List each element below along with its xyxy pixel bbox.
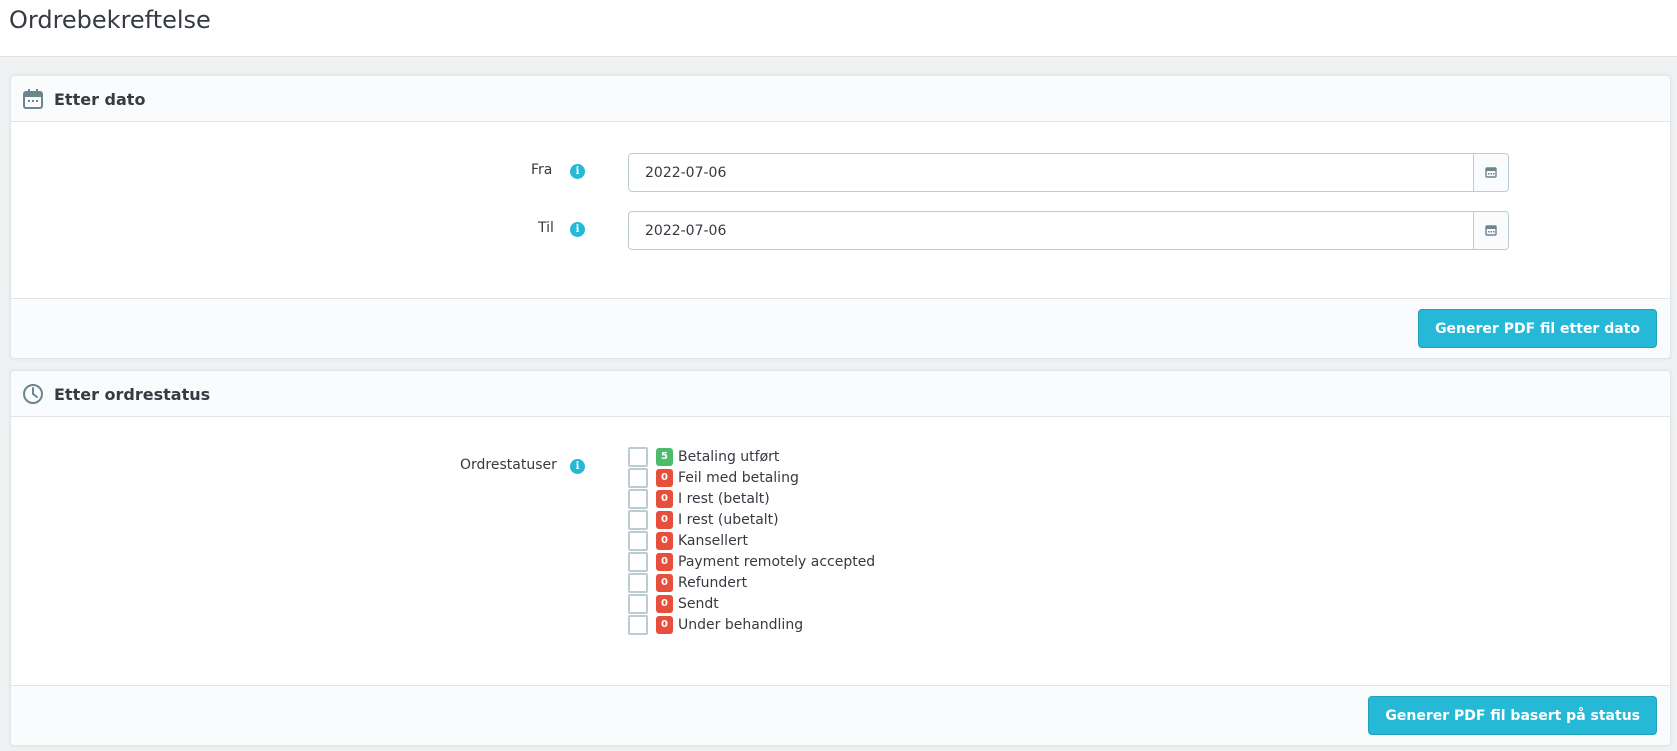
status-count-badge: 0 <box>656 532 673 550</box>
status-item[interactable]: 5 Betaling utført <box>628 446 1028 467</box>
status-count-badge: 0 <box>656 616 673 634</box>
to-date-picker-button[interactable] <box>1473 212 1508 249</box>
status-checkbox[interactable] <box>628 489 648 509</box>
info-icon[interactable]: i <box>570 222 585 237</box>
status-checkbox[interactable] <box>628 594 648 614</box>
status-label: Feil med betaling <box>678 470 799 486</box>
calendar-icon <box>1485 225 1497 236</box>
status-checkbox[interactable] <box>628 552 648 572</box>
status-panel-heading: Etter ordrestatus <box>11 371 1670 417</box>
date-panel-heading: Etter dato <box>11 76 1670 122</box>
info-icon[interactable]: i <box>570 164 585 179</box>
status-item[interactable]: 0 Kansellert <box>628 530 1028 551</box>
status-checkbox[interactable] <box>628 615 648 635</box>
status-panel-title: Etter ordrestatus <box>54 385 211 404</box>
status-panel-footer: Generer PDF fil basert på status <box>11 685 1670 745</box>
status-count-badge: 0 <box>656 469 673 487</box>
status-label: I rest (ubetalt) <box>678 512 779 528</box>
status-label: Refundert <box>678 575 748 591</box>
status-checkbox-list: 5 Betaling utført 0 Feil med betaling 0 … <box>628 446 1028 635</box>
status-panel: Etter ordrestatus Ordrestatuser i 5 Beta… <box>10 370 1671 746</box>
status-item[interactable]: 0 Payment remotely accepted <box>628 551 1028 572</box>
generate-pdf-by-date-button[interactable]: Generer PDF fil etter dato <box>1418 309 1657 348</box>
generate-pdf-by-status-button[interactable]: Generer PDF fil basert på status <box>1368 696 1657 735</box>
status-label: I rest (betalt) <box>678 491 770 507</box>
status-count-badge: 0 <box>656 511 673 529</box>
clock-icon <box>23 384 43 404</box>
to-date-input-group <box>628 211 1509 250</box>
status-checkbox[interactable] <box>628 573 648 593</box>
status-count-badge: 0 <box>656 490 673 508</box>
status-checkbox[interactable] <box>628 531 648 551</box>
to-label: Til <box>538 220 554 236</box>
date-panel-footer: Generer PDF fil etter dato <box>11 298 1670 358</box>
status-label: Under behandling <box>678 617 804 633</box>
from-label: Fra <box>531 162 553 178</box>
info-icon[interactable]: i <box>570 459 585 474</box>
calendar-icon <box>23 89 43 109</box>
status-checkbox[interactable] <box>628 468 648 488</box>
status-item[interactable]: 0 Sendt <box>628 593 1028 614</box>
calendar-icon <box>1485 167 1497 178</box>
status-checkbox[interactable] <box>628 447 648 467</box>
status-count-badge: 0 <box>656 595 673 613</box>
status-item[interactable]: 0 I rest (betalt) <box>628 488 1028 509</box>
status-label: Kansellert <box>678 533 748 549</box>
page-header: Ordrebekreftelse <box>0 0 1677 57</box>
status-item[interactable]: 0 Refundert <box>628 572 1028 593</box>
order-statuses-label: Ordrestatuser <box>460 457 557 473</box>
date-panel-title: Etter dato <box>54 90 146 109</box>
date-panel: Etter dato Fra i Til i <box>10 75 1671 359</box>
status-item[interactable]: 0 Feil med betaling <box>628 467 1028 488</box>
status-count-badge: 0 <box>656 553 673 571</box>
from-date-input-group <box>628 153 1509 192</box>
page-title: Ordrebekreftelse <box>9 6 211 34</box>
status-count-badge: 0 <box>656 574 673 592</box>
to-date-input[interactable] <box>629 212 1474 249</box>
status-item[interactable]: 0 Under behandling <box>628 614 1028 635</box>
status-label: Betaling utført <box>678 449 780 465</box>
status-count-badge: 5 <box>656 448 673 466</box>
status-item[interactable]: 0 I rest (ubetalt) <box>628 509 1028 530</box>
status-label: Payment remotely accepted <box>678 554 876 570</box>
status-label: Sendt <box>678 596 719 612</box>
status-checkbox[interactable] <box>628 510 648 530</box>
from-date-picker-button[interactable] <box>1473 154 1508 191</box>
from-date-input[interactable] <box>629 154 1474 191</box>
